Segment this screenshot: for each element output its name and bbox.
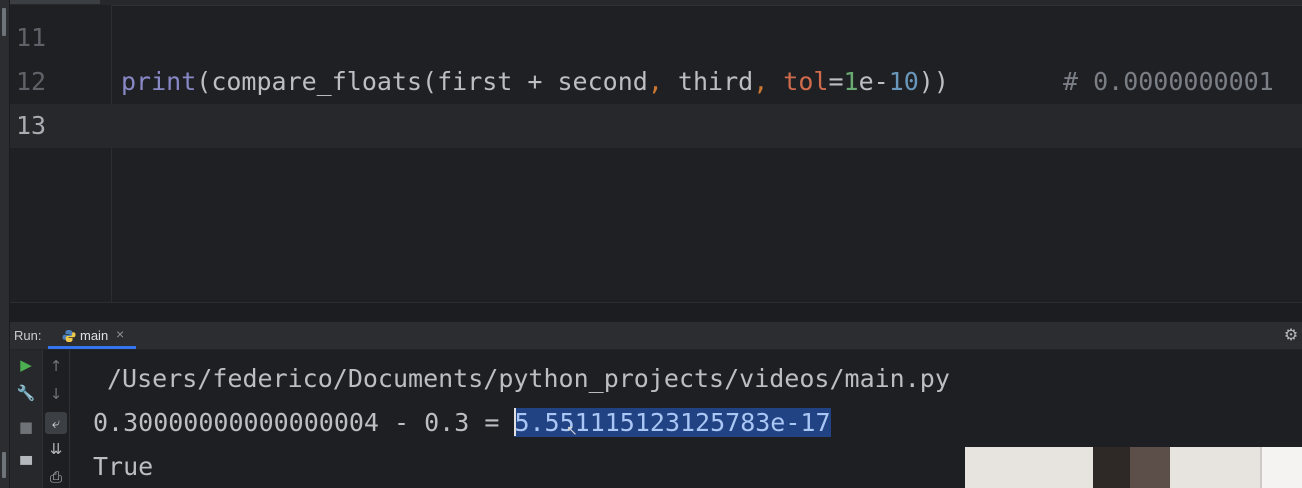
line-number: 12 xyxy=(16,67,47,96)
scroll-to-end-icon[interactable]: ⇊ xyxy=(45,438,67,460)
line-number: 13 xyxy=(16,111,47,140)
code-token: 10 xyxy=(888,67,919,96)
webcam-overlay xyxy=(965,447,1302,488)
python-icon xyxy=(62,330,76,342)
panel-splitter[interactable] xyxy=(10,302,1302,323)
code-token: e- xyxy=(858,67,889,96)
layout-icon[interactable]: ▀ xyxy=(15,454,37,476)
code-token: tol xyxy=(783,67,829,96)
soft-wrap-icon[interactable]: ⤶ xyxy=(45,412,67,434)
wrench-icon[interactable]: 🔧 xyxy=(15,382,37,404)
console-line-result: 0.30000000000000004 - 0.3 = 5.5511151231… xyxy=(93,403,831,443)
editor-line[interactable]: 12 print(compare_floats(first + second, … xyxy=(10,60,1302,104)
webcam-frame-shape xyxy=(1260,447,1302,488)
run-icon[interactable]: ▶ xyxy=(15,354,37,376)
arrow-up-icon[interactable]: ↑ xyxy=(45,355,67,377)
code-token: , xyxy=(753,67,784,96)
code-token: print xyxy=(121,67,197,96)
console-line-true: True xyxy=(93,452,154,481)
editor-tab-bar xyxy=(10,0,1302,6)
code-text: print(compare_floats(first + second, thi… xyxy=(121,60,949,104)
run-tab-label: main xyxy=(80,328,109,343)
console-text: 0.30000000000000004 - 0.3 = xyxy=(93,408,515,437)
code-comment: # 0.0000000001 xyxy=(1063,67,1274,96)
code-editor[interactable]: 11 12 print(compare_floats(first + secon… xyxy=(10,0,1302,302)
stop-icon[interactable]: ■ xyxy=(15,416,37,438)
console-line-path: /Users/federico/Documents/python_project… xyxy=(107,364,950,393)
active-tab-underline xyxy=(48,346,136,349)
arrow-down-icon[interactable]: ↓ xyxy=(45,383,67,405)
close-icon[interactable]: × xyxy=(116,326,124,342)
left-tool-strip xyxy=(0,0,10,488)
run-panel-header: Run: main × ⚙ xyxy=(10,322,1302,350)
editor-line-current[interactable]: 13 xyxy=(10,104,1302,148)
code-token: (compare_floats(first + second xyxy=(196,67,648,96)
run-toolbar-secondary: ↑ ↓ ⤶ ⇊ ⎙ xyxy=(43,350,70,488)
bookmarks-marker[interactable] xyxy=(2,452,6,478)
code-token: = xyxy=(828,67,844,96)
selected-text[interactable]: 5.551115123125783e-17 xyxy=(514,408,831,437)
code-token: third xyxy=(677,67,754,96)
code-token: , xyxy=(647,67,678,96)
run-toolbar-primary: ▶ 🔧 ■ ▀ xyxy=(10,350,43,488)
editor-line[interactable]: 11 xyxy=(10,16,1302,60)
run-label: Run: xyxy=(14,328,42,343)
gear-icon[interactable]: ⚙ xyxy=(1282,326,1300,344)
webcam-door-shape xyxy=(1093,447,1130,488)
print-icon[interactable]: ⎙ xyxy=(45,466,67,488)
code-token: 1 xyxy=(843,67,859,96)
run-tab-main[interactable]: main × xyxy=(48,322,136,349)
webcam-shadow-shape xyxy=(1130,447,1170,488)
line-number: 11 xyxy=(16,23,47,52)
mouse-cursor-icon: ↖ xyxy=(566,423,578,439)
active-tab-indicator xyxy=(10,0,100,4)
tool-window-marker[interactable] xyxy=(2,8,6,36)
code-token: )) xyxy=(918,67,949,96)
